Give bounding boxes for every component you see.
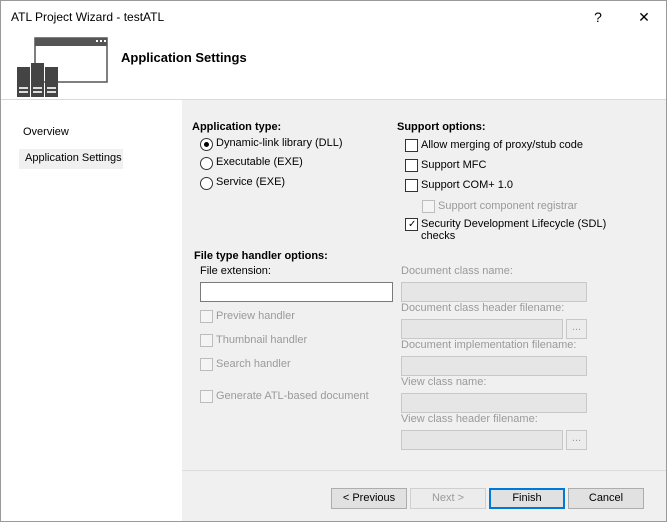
doc-class-name-input[interactable] (401, 282, 587, 302)
radio-dll-label: Dynamic-link library (DLL) (216, 137, 343, 149)
doc-impl-label: Document implementation filename: (401, 339, 577, 351)
checkbox-support-mfc[interactable] (405, 159, 418, 172)
allow-merging-label: Allow merging of proxy/stub code (421, 139, 584, 151)
checkbox-allow-merging[interactable] (405, 139, 418, 152)
previous-button[interactable]: < Previous (331, 488, 407, 509)
doc-class-header-input[interactable] (401, 319, 563, 339)
sdl-label-line2: checks (421, 230, 456, 242)
wizard-header: Application Settings (1, 33, 666, 100)
radio-service[interactable] (200, 177, 213, 190)
file-type-handler-label: File type handler options: (194, 250, 328, 262)
checkbox-generate-document[interactable] (200, 390, 213, 403)
component-registrar-label: Support component registrar (438, 200, 578, 212)
finish-button[interactable]: Finish (489, 488, 565, 509)
atl-project-wizard-dialog: ATL Project Wizard - testATL ? ✕ Applica… (0, 0, 667, 522)
doc-class-header-browse-button[interactable]: ... (566, 319, 587, 339)
view-class-header-input[interactable] (401, 430, 563, 450)
wizard-server-window-icon (17, 37, 108, 97)
doc-impl-input[interactable] (401, 356, 587, 376)
checkbox-sdl-checks[interactable]: ✓ (405, 218, 418, 231)
cancel-button[interactable]: Cancel (568, 488, 644, 509)
checkbox-search-handler[interactable] (200, 358, 213, 371)
checkbox-component-registrar[interactable] (422, 200, 435, 213)
thumbnail-handler-label: Thumbnail handler (216, 334, 308, 346)
sdl-label-line1: Security Development Lifecycle (SDL) (421, 218, 607, 230)
checkbox-thumbnail-handler[interactable] (200, 334, 213, 347)
preview-handler-label: Preview handler (216, 310, 295, 322)
doc-class-name-label: Document class name: (401, 265, 513, 277)
close-button[interactable]: ✕ (622, 1, 666, 33)
support-options-label: Support options: (397, 121, 486, 133)
support-com-label: Support COM+ 1.0 (421, 179, 514, 191)
support-mfc-label: Support MFC (421, 159, 487, 171)
nav-item-application-settings[interactable]: Application Settings (25, 152, 122, 164)
generate-document-label: Generate ATL-based document (216, 390, 369, 402)
next-button[interactable]: Next > (410, 488, 486, 509)
checkmark-icon: ✓ (408, 219, 417, 230)
doc-class-header-label: Document class header filename: (401, 302, 565, 314)
help-button[interactable]: ? (576, 1, 620, 33)
view-class-header-browse-button[interactable]: ... (566, 430, 587, 450)
application-type-label: Application type: (192, 121, 282, 133)
radio-dll[interactable] (200, 138, 213, 151)
file-extension-input[interactable] (200, 282, 393, 302)
title-bar: ATL Project Wizard - testATL ? ✕ (1, 1, 666, 33)
search-handler-label: Search handler (216, 358, 291, 370)
checkbox-support-com[interactable] (405, 179, 418, 192)
radio-exe-label: Executable (EXE) (216, 156, 303, 168)
checkbox-preview-handler[interactable] (200, 310, 213, 323)
view-class-header-label: View class header filename: (401, 413, 538, 425)
nav-item-overview[interactable]: Overview (23, 126, 69, 138)
page-heading: Application Settings (121, 50, 247, 65)
view-class-name-label: View class name: (401, 376, 487, 388)
radio-exe[interactable] (200, 157, 213, 170)
window-title: ATL Project Wizard - testATL (11, 10, 165, 24)
view-class-name-input[interactable] (401, 393, 587, 413)
radio-service-label: Service (EXE) (216, 176, 286, 188)
file-extension-label: File extension: (200, 265, 271, 277)
